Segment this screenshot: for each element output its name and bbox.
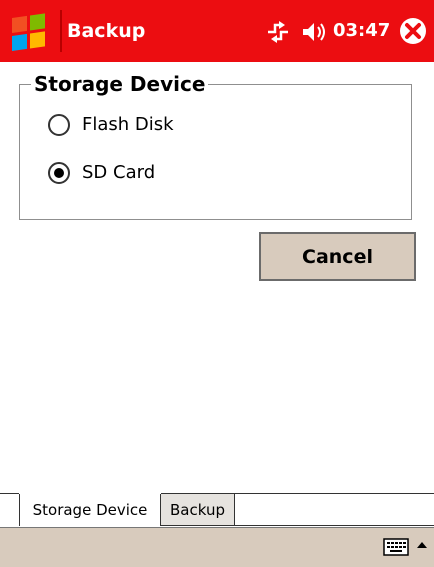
tab-active-gap <box>19 493 161 494</box>
title-separator <box>60 10 62 52</box>
keyboard-icon[interactable] <box>383 537 409 557</box>
groupbox-title: Storage Device <box>31 73 209 95</box>
app-title: Backup <box>67 20 146 42</box>
speaker-icon[interactable] <box>301 20 331 44</box>
storage-device-groupbox <box>19 84 412 220</box>
tab-strip-rest <box>235 494 434 526</box>
tab-storage-device[interactable]: Storage Device <box>19 493 161 526</box>
radio-button[interactable] <box>48 114 70 136</box>
close-icon[interactable] <box>398 16 428 46</box>
cancel-button[interactable]: Cancel <box>259 232 416 281</box>
radio-label[interactable]: SD Card <box>82 162 155 184</box>
radio-button-selected[interactable] <box>48 162 70 184</box>
radio-label[interactable]: Flash Disk <box>82 114 174 136</box>
clock[interactable]: 03:47 <box>333 20 390 42</box>
windows-flag-icon[interactable] <box>0 0 60 62</box>
menu-bar <box>0 527 434 567</box>
tab-backup[interactable]: Backup <box>161 494 235 526</box>
radio-dot <box>54 168 64 178</box>
up-arrow-icon[interactable] <box>416 540 428 550</box>
connectivity-icon[interactable] <box>265 19 291 45</box>
radio-sd-card[interactable]: SD Card <box>48 160 248 190</box>
radio-flash-disk[interactable]: Flash Disk <box>48 112 248 142</box>
